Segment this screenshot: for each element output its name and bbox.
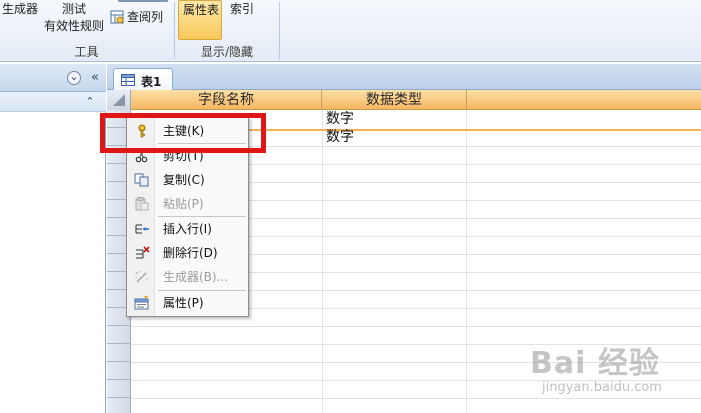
row-selector[interactable] <box>107 362 131 380</box>
document-tab-strip: 表1 <box>107 64 701 91</box>
column-header-field-name[interactable]: 字段名称 <box>131 90 322 110</box>
row-selector[interactable] <box>107 344 131 362</box>
validation-rules-button[interactable]: 有效性规则 <box>44 19 104 33</box>
lookup-column-button[interactable]: 查阅列 <box>110 9 170 25</box>
grid-column-line <box>466 110 467 413</box>
menu-item-copy[interactable]: 复制(C) <box>128 169 247 191</box>
menu-item-delete-row[interactable]: 删除行(D) <box>128 242 247 264</box>
builder-button[interactable]: 生成器 <box>2 2 38 16</box>
chevron-down-icon: ⌄ <box>69 70 79 83</box>
indexes-button[interactable]: 索引 <box>230 2 254 16</box>
lookup-column-label: 查阅列 <box>127 10 164 24</box>
ribbon-group-show-hide: 属性表 索引 显示/隐藏 <box>176 0 278 62</box>
menu-item-label: 粘贴(P) <box>163 197 204 211</box>
watermark-logo: Bai 经验 <box>530 346 660 381</box>
ribbon-separator-2 <box>279 2 280 59</box>
collapse-pane-icon[interactable]: « <box>89 71 101 85</box>
menu-item-properties[interactable]: 属性(P) <box>128 292 247 314</box>
row-selector[interactable] <box>107 398 131 413</box>
tab-table1[interactable]: 表1 <box>113 68 173 91</box>
menu-item-label: 属性(P) <box>163 296 204 310</box>
column-header-data-type[interactable]: 数据类型 <box>322 90 467 110</box>
menu-item-label: 复制(C) <box>163 173 205 187</box>
menu-separator <box>158 216 246 217</box>
tab-title: 表1 <box>141 75 162 89</box>
nav-dropdown-button[interactable]: ⌄ <box>67 70 81 85</box>
menu-item-label: 删除行(D) <box>163 246 218 260</box>
table-icon <box>121 74 135 86</box>
chevron-up-double-icon[interactable]: ⌃ <box>84 95 96 109</box>
corner-triangle-icon <box>113 94 125 106</box>
grid-column-line <box>322 110 323 413</box>
watermark-url: jingyan.baidu.com <box>542 380 662 395</box>
lookup-column-icon <box>110 10 124 24</box>
ribbon-group-tools: 生成器 测试 有效性规则 查阅列 工具 <box>0 0 173 62</box>
ribbon-separator <box>174 2 175 59</box>
row-selector[interactable] <box>107 380 131 398</box>
properties-icon <box>134 296 149 310</box>
delete-row-icon <box>136 246 150 259</box>
menu-item-paste[interactable]: 粘贴(P) <box>128 193 247 215</box>
grid-row-line <box>131 326 701 327</box>
tools-group-label: 工具 <box>74 45 99 59</box>
copy-icon <box>134 173 149 187</box>
show-hide-group-label: 显示/隐藏 <box>200 45 254 59</box>
row-selector[interactable] <box>107 326 131 344</box>
property-sheet-label: 属性表 <box>183 3 220 17</box>
navigation-pane: ⌄ « ⌃ <box>0 64 106 413</box>
nav-group-row[interactable]: ⌃ <box>0 92 106 112</box>
annotation-highlight-box <box>100 113 266 153</box>
test-button[interactable]: 测试 <box>62 2 86 16</box>
menu-item-label: 插入行(I) <box>163 222 212 236</box>
data-type-cell[interactable]: 数字 <box>326 110 354 128</box>
grid-header-row: 字段名称 数据类型 <box>107 90 701 110</box>
nav-pane-header: ⌄ « <box>0 64 106 92</box>
ribbon-small-icon-top[interactable] <box>118 0 168 2</box>
data-type-cell[interactable]: 数字 <box>326 128 354 146</box>
menu-item-label: 生成器(B)... <box>163 270 229 284</box>
menu-separator <box>158 290 246 291</box>
insert-row-icon <box>135 224 149 234</box>
paste-icon <box>135 197 149 211</box>
select-all-corner[interactable] <box>107 90 131 110</box>
ribbon: 生成器 测试 有效性规则 查阅列 工具 属性表 索引 显示/隐藏 <box>0 0 701 62</box>
builder-wand-icon <box>135 270 148 283</box>
menu-item-insert-row[interactable]: 插入行(I) <box>128 218 247 240</box>
property-sheet-button[interactable]: 属性表 <box>178 0 222 40</box>
watermark: Bai 经验 jingyan.baidu.com <box>530 338 695 408</box>
menu-item-builder[interactable]: 生成器(B)... <box>128 266 247 288</box>
